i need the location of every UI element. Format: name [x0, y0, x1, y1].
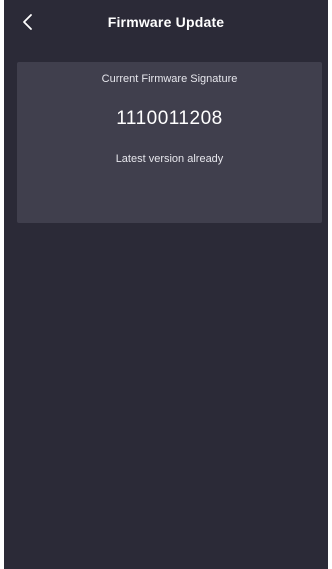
firmware-signature-value: 1110011208	[116, 108, 223, 129]
firmware-status-text: Latest version already	[115, 153, 224, 165]
app-header: Firmware Update	[4, 0, 328, 44]
firmware-signature-label: Current Firmware Signature	[101, 73, 238, 85]
firmware-update-screen: Firmware Update Current Firmware Signatu…	[4, 0, 328, 569]
page-title: Firmware Update	[107, 14, 225, 30]
firmware-info-card: Current Firmware Signature 1110011208 La…	[17, 62, 322, 223]
